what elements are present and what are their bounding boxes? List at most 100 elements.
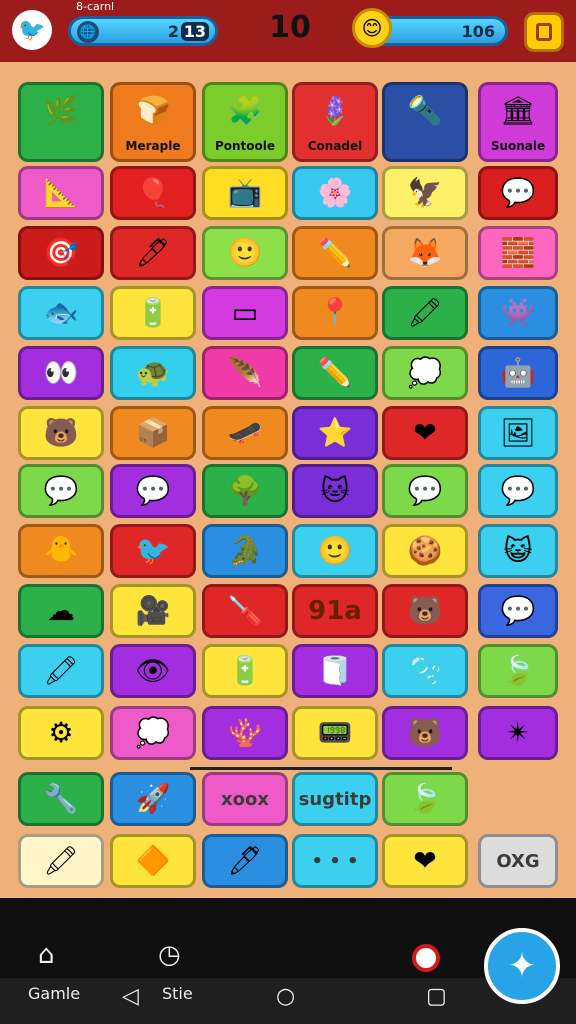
game-tile[interactable]: 💬 [478,464,558,518]
game-tile[interactable]: 🎯 [18,226,104,280]
game-tile[interactable]: 🔋 [110,286,196,340]
game-tile[interactable]: 🖊 [202,834,288,888]
tile-icon: 🐻 [43,416,79,449]
game-tile[interactable]: 🔋 [202,644,288,698]
tile-icon: 🌳 [227,474,263,507]
game-tile[interactable]: 🙂 [292,524,378,578]
game-tile[interactable]: 🚀 [110,772,196,826]
pause-button[interactable] [524,12,564,52]
tile-icon: 🐢 [135,356,171,389]
tile-icon: 📟 [317,716,353,749]
game-tile[interactable]: 📍 [292,286,378,340]
game-tile[interactable]: 🦅 [382,166,468,220]
game-tile[interactable]: ☁ [18,584,104,638]
game-tile[interactable]: • • • [292,834,378,888]
game-tile[interactable]: ✏️ [292,346,378,400]
game-tile[interactable]: 🌿 [18,82,104,162]
right-score: 106 [461,22,495,41]
game-tile[interactable]: 💬 [382,464,468,518]
game-tile[interactable]: 🐟 [18,286,104,340]
game-tile[interactable]: 🐦 [110,524,196,578]
game-tile[interactable]: 🌸 [292,166,378,220]
game-tile[interactable]: 🎈 [110,166,196,220]
game-tile[interactable]: 🦊 [382,226,468,280]
game-tile[interactable]: 🍃 [382,772,468,826]
game-tile[interactable]: 🖍 [18,644,104,698]
game-tile[interactable]: 🐻 [382,584,468,638]
game-tile[interactable]: ❤ [382,834,468,888]
game-tile[interactable]: 🍞 Meraple [110,82,196,162]
game-tile[interactable] [478,772,558,826]
recents-icon[interactable]: ▢ [426,984,447,1009]
game-tile[interactable]: 🍪 [382,524,468,578]
record-icon[interactable] [412,944,440,972]
game-tile[interactable]: 🧱 [478,226,558,280]
game-tile[interactable]: sugtitp [292,772,378,826]
game-tile[interactable]: 🤖 [478,346,558,400]
game-tile[interactable]: 🐊 [202,524,288,578]
game-tile[interactable]: 🖼 [478,406,558,460]
game-tile[interactable]: 🧻 [292,644,378,698]
game-tile[interactable]: 💬 [478,584,558,638]
game-tile[interactable]: ❤ [382,406,468,460]
game-tile[interactable]: 91a [292,584,378,638]
game-tile[interactable]: 🪛 [202,584,288,638]
clock-icon[interactable]: ◷ [158,940,181,970]
play-fab-button[interactable]: ✦ [484,928,560,1004]
game-tile[interactable]: ⚙ [18,706,104,760]
game-tile[interactable]: OXG [478,834,558,888]
tile-icon: 🌸 [317,176,353,209]
game-tile[interactable]: 🌳 [202,464,288,518]
game-tile[interactable]: 🐻 [382,706,468,760]
game-tile[interactable]: 🏛 Suonale [478,82,558,162]
game-tile[interactable]: 🪸 [202,706,288,760]
game-tile[interactable]: 🐢 [110,346,196,400]
game-tile[interactable]: 🔦 [382,82,468,162]
game-tile[interactable]: ✏️ [292,226,378,280]
stats-nav-label[interactable]: Stie [162,984,193,1003]
game-tile[interactable]: 🔧 [18,772,104,826]
tile-icon: 🐊 [227,534,263,567]
home-icon[interactable]: ⌂ [38,940,55,970]
game-tile[interactable]: 💭 [110,706,196,760]
tile-icon: 🪻 [317,94,353,127]
game-tile[interactable]: 🫧 [382,644,468,698]
game-tile[interactable]: 🖍 [18,834,104,888]
game-tile[interactable]: 👀 [18,346,104,400]
game-nav-label[interactable]: Gamle [28,984,80,1003]
game-tile[interactable]: 💬 [110,464,196,518]
game-tile[interactable]: ⭐ [292,406,378,460]
game-tile[interactable]: 🛹 [202,406,288,460]
game-tile[interactable]: 🪶 [202,346,288,400]
game-tile[interactable]: 🖍 [382,286,468,340]
globe-icon: 🌐 [77,21,99,43]
game-tile[interactable]: 🍃 [478,644,558,698]
game-tile[interactable]: 🐥 [18,524,104,578]
game-tile[interactable]: 📦 [110,406,196,460]
game-tile[interactable]: xoox [202,772,288,826]
game-tile[interactable]: 📟 [292,706,378,760]
game-tile[interactable]: ✴ [478,706,558,760]
game-tile[interactable]: 🙂 [202,226,288,280]
game-tile[interactable]: 💭 [382,346,468,400]
game-tile[interactable]: 🎥 [110,584,196,638]
game-tile[interactable]: 📺 [202,166,288,220]
game-tile[interactable]: ▭ [202,286,288,340]
game-tile[interactable]: 📐 [18,166,104,220]
tile-icon: 📐 [43,176,79,209]
game-tile[interactable]: 💬 [18,464,104,518]
game-tile[interactable]: 👾 [478,286,558,340]
back-icon[interactable]: ◁ [122,984,139,1009]
game-tile[interactable]: 🖊 [110,226,196,280]
game-tile[interactable]: 💬 [478,166,558,220]
tile-icon: 💬 [407,474,443,507]
game-tile[interactable]: 🐻 [18,406,104,460]
game-tile[interactable]: 🔶 [110,834,196,888]
game-tile[interactable]: 😺 [478,524,558,578]
game-tile[interactable]: 🪻 Conadel [292,82,378,162]
game-tile[interactable]: 🐱 [292,464,378,518]
home-circle-icon[interactable]: ○ [276,984,295,1009]
game-tile[interactable]: 🧩 Pontoole [202,82,288,162]
game-tile[interactable]: 👁 [110,644,196,698]
app-logo-icon[interactable]: 🐦 [12,10,52,50]
